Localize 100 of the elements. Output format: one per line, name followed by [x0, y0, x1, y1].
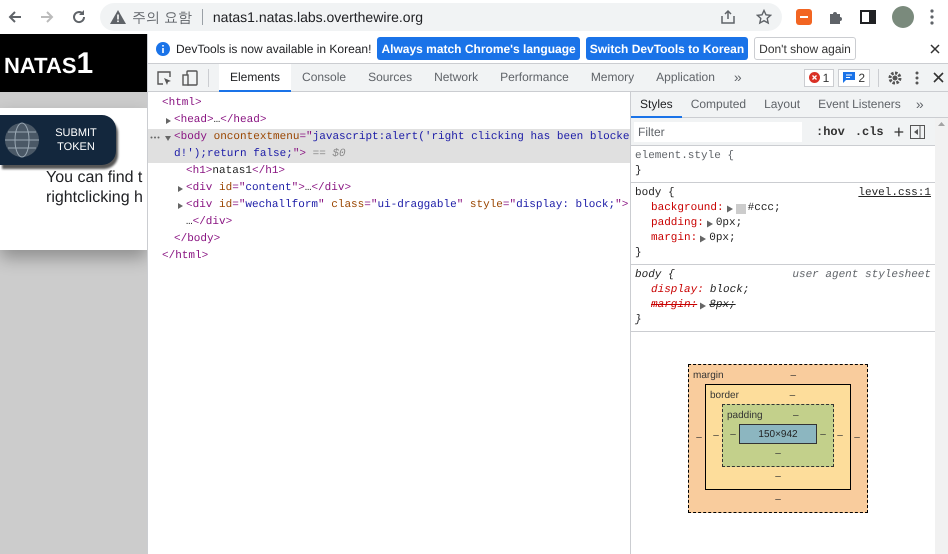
color-swatch[interactable] [736, 204, 746, 214]
rule-selector: element.style { [635, 149, 734, 164]
new-rule-button[interactable]: + [894, 122, 904, 140]
dom-node-text: <html> [162, 96, 202, 112]
security-label: 주의 요함 [132, 8, 192, 26]
rule-brace: } [635, 165, 642, 177]
extension-icon[interactable] [796, 9, 812, 25]
more-icon[interactable] [150, 136, 160, 139]
box-value: – [819, 428, 827, 442]
box-value: – [788, 388, 796, 402]
styles-tab[interactable]: Layout [755, 92, 810, 118]
property-value[interactable]: 0px; [716, 216, 742, 231]
box-value: – [775, 492, 781, 506]
rule-selector: body { [635, 186, 675, 201]
site-logo: NATAS1 [4, 46, 94, 82]
box-value: – [790, 368, 798, 382]
property-name[interactable]: background: [651, 201, 724, 216]
dom-node-text: …</div> [186, 215, 232, 230]
toggle-triangle-icon[interactable] [164, 134, 172, 142]
menu-icon[interactable] [930, 9, 934, 25]
rule-brace: } [635, 247, 642, 259]
filter-field[interactable]: Filter [634, 122, 802, 142]
settings-icon[interactable] [887, 70, 903, 86]
property-name[interactable]: display: [651, 283, 704, 298]
close-icon[interactable] [930, 44, 940, 54]
expand-triangle-icon[interactable] [699, 302, 708, 310]
box-label: border [710, 388, 739, 402]
dom-node-text: <head>…</head> [174, 113, 266, 128]
dom-node-line[interactable]: <div id="wechallform" class="ui-draggable" style="display: block;"> [148, 197, 630, 214]
box-label: margin [693, 368, 724, 382]
message-count: 2 [858, 70, 865, 86]
avatar[interactable] [892, 6, 914, 28]
dom-node-text: <h1>natas1</h1> [186, 164, 286, 180]
devtools-tab[interactable]: Network [423, 64, 490, 92]
infobar-button[interactable]: Switch DevTools to Korean [586, 37, 748, 60]
property-value[interactable]: #ccc; [748, 201, 781, 216]
devtools-tab[interactable]: Application [645, 64, 726, 92]
devtools-tab[interactable]: Console [291, 64, 358, 92]
styles-tab[interactable]: Event Listeners [809, 92, 910, 118]
property-value[interactable]: 8px; [709, 298, 736, 313]
rule-selector: body { [635, 268, 675, 283]
dom-node-line[interactable]: <div id="content">…</div> [148, 180, 630, 197]
expand-triangle-icon[interactable] [726, 204, 734, 212]
box-value: – [853, 430, 861, 444]
message-badge[interactable]: 2 [838, 68, 870, 86]
sidebar-toggle-icon[interactable] [910, 124, 926, 138]
infobar-button[interactable]: Don't show again [754, 37, 856, 60]
submit-token-button[interactable]: SUBMIT TOKEN [0, 115, 116, 165]
box-value: – [775, 470, 781, 484]
dom-node-text: </html> [162, 249, 208, 264]
box-value: – [729, 428, 737, 442]
dom-node-text: </body> [174, 232, 220, 248]
scrollbar[interactable] [935, 118, 948, 554]
class-button[interactable]: .cls [854, 122, 884, 140]
box-value: – [695, 430, 703, 444]
source-link[interactable]: level.css:1 [858, 186, 931, 201]
box-value: – [775, 446, 781, 460]
property-name[interactable]: padding: [651, 216, 704, 231]
toggle-triangle-icon[interactable] [176, 202, 184, 210]
info-message: DevTools is now available in Korean! [176, 40, 372, 58]
property-value[interactable]: block; [710, 283, 750, 298]
url-text: natas1.natas.labs.overthewire.org [212, 8, 424, 27]
property-value[interactable]: 0px; [709, 231, 736, 246]
reload-icon[interactable] [70, 8, 88, 26]
rule-brace: } [635, 314, 642, 326]
puzzle-icon[interactable] [828, 9, 844, 25]
dom-node-line[interactable]: <head>…</head> [148, 112, 630, 129]
toggle-triangle-icon[interactable] [176, 185, 184, 193]
dom-node-text: <div id="wechallform" class="ui-draggable" style="display: block;"> [186, 198, 628, 214]
infobar-button[interactable]: Always match Chrome's language [377, 37, 580, 60]
side-panel-icon[interactable] [860, 9, 876, 25]
more-tabs-button[interactable]: » [726, 67, 750, 88]
close-icon[interactable] [933, 72, 944, 83]
star-icon[interactable] [756, 9, 772, 25]
devtools-tab[interactable]: Memory [580, 64, 646, 92]
share-icon[interactable] [720, 9, 736, 25]
warning-icon[interactable] [110, 10, 126, 24]
dom-node-line[interactable]: <html> [148, 95, 630, 112]
dom-node-line[interactable]: <h1>natas1</h1> [148, 163, 630, 180]
box-value: – [836, 429, 844, 443]
inspect-icon[interactable] [156, 70, 172, 86]
error-badge[interactable]: 1 [804, 68, 834, 86]
property-name[interactable]: margin: [651, 298, 698, 313]
page-text: You can find t [46, 168, 144, 188]
hover-state-button[interactable]: :hov [816, 122, 845, 140]
property-name[interactable]: margin: [651, 231, 698, 246]
address-bar[interactable]: 주의 요함 natas1.natas.labs.overthewire.org [100, 3, 782, 31]
devtools-tab[interactable]: Performance [489, 64, 580, 92]
more-options-icon[interactable] [915, 70, 919, 84]
more-tabs-button[interactable]: » [910, 94, 930, 115]
dom-node-text: d!');return false;"> == $0 [174, 147, 346, 162]
info-icon [156, 42, 170, 56]
devtools-tab[interactable]: Elements [219, 64, 292, 92]
devtools-tab[interactable]: Sources [357, 64, 424, 92]
error-icon [808, 72, 820, 83]
styles-tab[interactable]: Computed [682, 92, 756, 118]
device-toggle-icon[interactable] [182, 70, 198, 86]
page-text: rightclicking h [46, 188, 144, 208]
toggle-triangle-icon[interactable] [164, 117, 172, 125]
box-value: – [712, 429, 720, 443]
